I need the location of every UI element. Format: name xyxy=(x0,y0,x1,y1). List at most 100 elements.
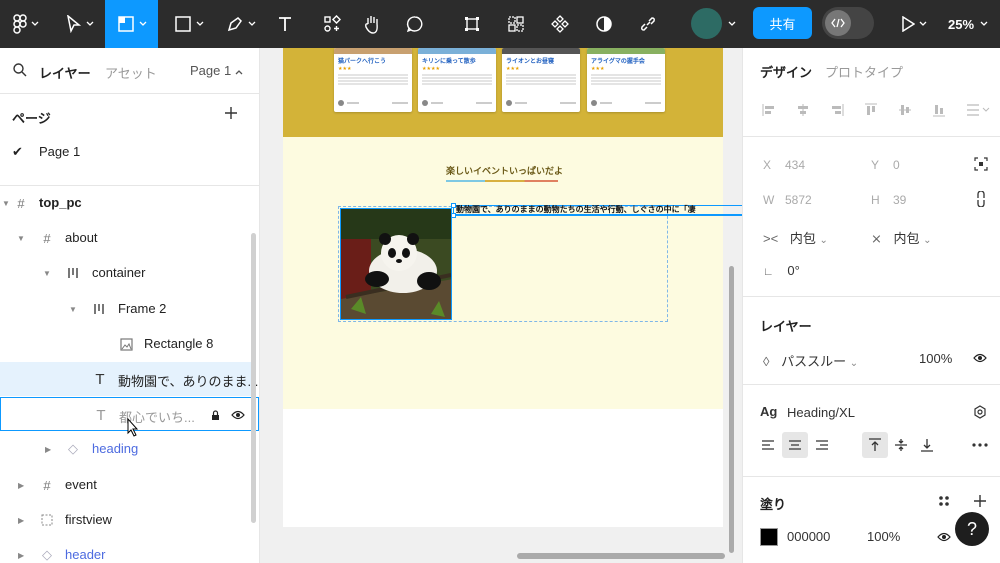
layer-firstview[interactable]: ▶ firstview xyxy=(0,503,252,537)
align-top-icon[interactable] xyxy=(862,100,880,120)
expand-arrow-icon[interactable]: ▼ xyxy=(2,199,10,208)
style-settings-icon[interactable] xyxy=(973,405,987,419)
blend-mode-dropdown[interactable]: ◊ パススルー ⌄ xyxy=(763,351,858,370)
tab-layers[interactable]: レイヤー xyxy=(39,63,91,82)
resize-handle[interactable] xyxy=(451,203,456,208)
hand-tool-icon[interactable] xyxy=(358,0,386,48)
align-left-icon[interactable] xyxy=(760,100,778,120)
event-card[interactable]: アライグマの握手会 ★★★ xyxy=(587,48,665,112)
resources-icon[interactable] xyxy=(318,0,346,48)
layer-opacity-field[interactable]: 100% xyxy=(919,351,952,366)
layer-frame-2[interactable]: ▼ Frame 2 xyxy=(0,292,252,326)
vertical-align-middle-icon[interactable] xyxy=(888,432,914,458)
dev-mode-toggle[interactable] xyxy=(822,7,874,39)
layer-visibility-eye-icon[interactable] xyxy=(973,353,987,363)
play-icon[interactable] xyxy=(893,0,935,48)
height-sizing-dropdown[interactable]: ⨯ 内包 ⌄ xyxy=(871,228,932,247)
fill-visibility-eye-icon[interactable] xyxy=(937,532,951,542)
link-icon[interactable] xyxy=(634,0,662,48)
layer-text-doubutsuen[interactable]: T 動物園で、ありのまま... xyxy=(0,362,258,396)
text-align-right-icon[interactable] xyxy=(809,432,835,458)
panda-image[interactable] xyxy=(340,208,452,320)
component-icon[interactable] xyxy=(502,0,530,48)
eye-icon[interactable] xyxy=(231,410,245,420)
layer-rectangle-8[interactable]: Rectangle 8 xyxy=(0,327,252,361)
text-align-left-icon[interactable] xyxy=(755,432,781,458)
tab-assets[interactable]: アセット xyxy=(105,63,157,82)
theme-icon[interactable] xyxy=(590,0,618,48)
distribute-icon[interactable] xyxy=(964,100,992,120)
avatar[interactable] xyxy=(691,8,722,39)
fill-opacity-value[interactable]: 100% xyxy=(867,529,900,544)
collapse-arrow-icon[interactable]: ▶ xyxy=(18,551,24,560)
firstview-frame[interactable] xyxy=(283,409,723,527)
resize-to-fit-icon[interactable] xyxy=(974,157,988,171)
comment-icon[interactable] xyxy=(401,0,429,48)
frame-icon: # xyxy=(43,230,51,246)
collapse-arrow-icon[interactable]: ▶ xyxy=(18,516,24,525)
figma-menu-icon[interactable] xyxy=(8,0,44,48)
vertical-align-top-icon[interactable] xyxy=(862,432,888,458)
fill-hex-value[interactable]: 000000 xyxy=(787,529,830,544)
expand-arrow-icon[interactable]: ▼ xyxy=(43,269,51,278)
about-body-text[interactable]: 動物園で、ありのままの動物たちの生活や行動、しぐさの中に「凄 xyxy=(456,204,696,215)
text-tool-icon[interactable] xyxy=(270,0,300,48)
text-align-center-icon[interactable] xyxy=(782,432,808,458)
components-set-icon[interactable] xyxy=(546,0,574,48)
canvas-horizontal-scrollbar[interactable] xyxy=(517,553,725,559)
move-tool-icon[interactable] xyxy=(58,0,102,48)
canvas-vertical-scrollbar[interactable] xyxy=(729,266,734,553)
more-options-icon[interactable] xyxy=(967,432,993,458)
canvas[interactable]: 猫パークへ行こう ★★★ キリンに乗って散歩 ★★★★ ライオンとお昼寝 ★★★… xyxy=(260,48,742,563)
text-style-name[interactable]: Heading/XL xyxy=(787,405,855,420)
expand-arrow-icon[interactable]: ▼ xyxy=(69,305,77,314)
lock-icon[interactable] xyxy=(211,410,220,421)
rotation-field[interactable]: ∟ 0° xyxy=(763,263,800,278)
align-right-icon[interactable] xyxy=(828,100,846,120)
frame-tool-icon[interactable] xyxy=(105,0,158,48)
crop-icon[interactable] xyxy=(458,0,486,48)
fill-styles-icon[interactable] xyxy=(938,495,950,507)
layer-about[interactable]: ▼ # about xyxy=(0,221,252,255)
shape-tool-icon[interactable] xyxy=(168,0,210,48)
help-button[interactable]: ? xyxy=(955,512,989,546)
event-card[interactable]: ライオンとお昼寝 ★★★ xyxy=(502,48,580,112)
zoom-level[interactable]: 25% xyxy=(948,0,988,48)
pen-tool-icon[interactable] xyxy=(220,0,262,48)
resize-handle[interactable] xyxy=(451,213,456,218)
collapse-arrow-icon[interactable]: ▶ xyxy=(18,481,24,490)
add-fill-icon[interactable] xyxy=(973,494,987,508)
blend-drop-icon: ◊ xyxy=(763,354,770,369)
align-horizontal-center-icon[interactable] xyxy=(794,100,812,120)
share-button[interactable]: 共有 xyxy=(753,7,812,39)
align-bottom-icon[interactable] xyxy=(930,100,948,120)
tab-prototype[interactable]: プロトタイプ xyxy=(825,62,903,81)
constrain-proportions-icon[interactable] xyxy=(976,191,986,207)
layer-name: event xyxy=(65,477,97,492)
layers-scrollbar[interactable] xyxy=(251,233,256,523)
fill-color-swatch[interactable] xyxy=(760,528,778,546)
search-icon[interactable] xyxy=(13,63,27,77)
expand-arrow-icon[interactable]: ▼ xyxy=(17,234,25,243)
width-sizing-dropdown[interactable]: >< 内包 ⌄ xyxy=(763,228,828,247)
layer-heading[interactable]: ▶ ◇ heading xyxy=(0,432,252,466)
event-card[interactable]: キリンに乗って散歩 ★★★★ xyxy=(418,48,496,112)
section-title[interactable]: 楽しいイベントいっぱいだよ xyxy=(446,164,563,177)
chevron-down-icon: ⌄ xyxy=(819,235,828,246)
card-footer xyxy=(506,99,576,107)
event-card[interactable]: 猫パークへ行こう ★★★ xyxy=(334,48,412,112)
align-vertical-center-icon[interactable] xyxy=(896,100,914,120)
layer-event[interactable]: ▶ # event xyxy=(0,468,252,502)
tab-design[interactable]: デザイン xyxy=(760,62,812,81)
component-instance-icon: ◇ xyxy=(68,441,78,456)
vertical-align-bottom-icon[interactable] xyxy=(914,432,940,458)
layer-header[interactable]: ▶ ◇ header xyxy=(0,538,252,563)
layer-text-toshin[interactable]: T 都心でいち... xyxy=(0,397,259,437)
page-selector[interactable]: Page 1 xyxy=(190,63,243,78)
layer-top-pc[interactable]: ▼ # top_pc xyxy=(0,186,252,220)
layer-container[interactable]: ▼ container xyxy=(0,256,252,290)
avatar-chevron-down-icon[interactable] xyxy=(724,0,740,48)
blend-mode-value: パススルー xyxy=(781,354,847,369)
add-page-icon[interactable] xyxy=(224,106,238,120)
collapse-arrow-icon[interactable]: ▶ xyxy=(45,445,51,454)
